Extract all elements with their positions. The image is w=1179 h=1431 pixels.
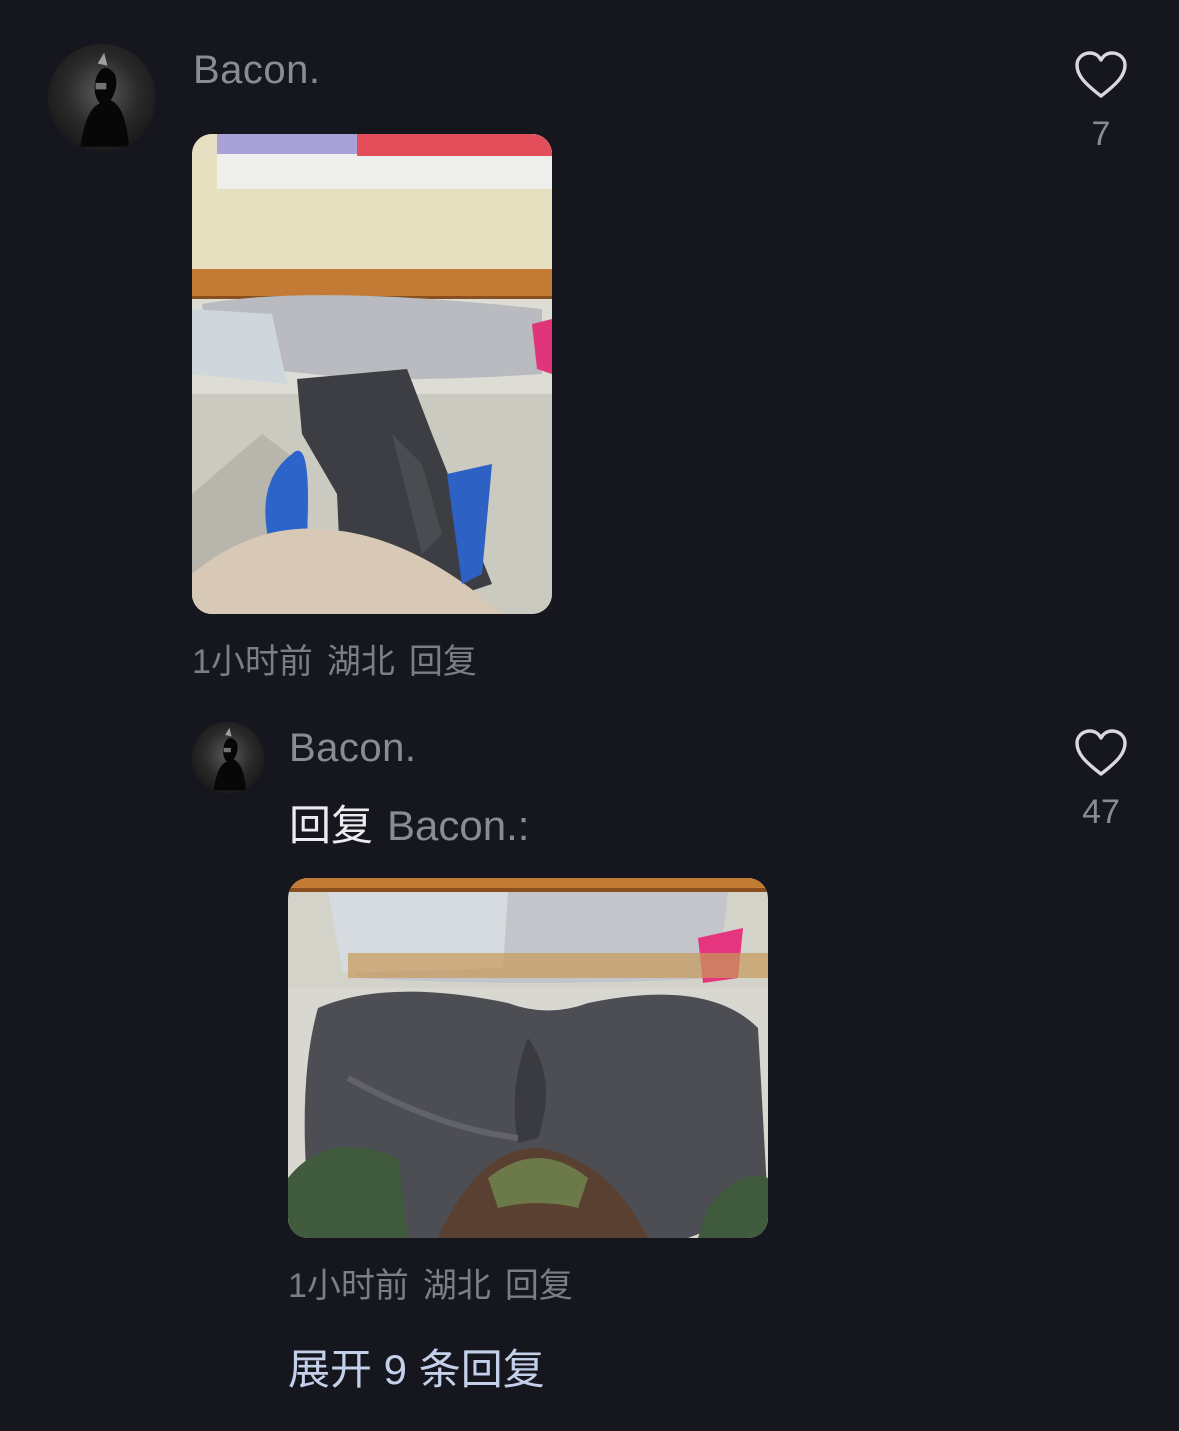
comment-image[interactable] bbox=[192, 134, 552, 614]
reply-like-button[interactable]: 47 bbox=[1061, 726, 1141, 836]
comment-like-button[interactable]: 7 bbox=[1061, 48, 1141, 158]
reply-reply-button[interactable]: 回复 bbox=[505, 1267, 573, 1305]
reply-like-count: 47 bbox=[1082, 793, 1120, 831]
reply-text: 回复 Bacon.: bbox=[289, 792, 529, 853]
heart-outline-icon[interactable] bbox=[1074, 50, 1128, 100]
reply-username[interactable]: Bacon. bbox=[289, 726, 417, 771]
comment-meta: 1小时前 湖北 回复 bbox=[192, 634, 491, 683]
comment-time: 1小时前 bbox=[192, 643, 313, 681]
reply-time: 1小时前 bbox=[288, 1267, 409, 1305]
reply-location: 湖北 bbox=[422, 1267, 491, 1305]
reply-image[interactable] bbox=[288, 878, 768, 1238]
heart-outline-icon[interactable] bbox=[1074, 728, 1128, 778]
reply-meta: 1小时前 湖北 回复 bbox=[288, 1258, 587, 1307]
expand-replies-link[interactable]: 展开 9 条回复 bbox=[288, 1336, 545, 1397]
comment-avatar[interactable] bbox=[48, 44, 156, 152]
comment-username[interactable]: Bacon. bbox=[193, 48, 321, 93]
reply-target[interactable]: Bacon.: bbox=[387, 802, 529, 849]
comment-like-count: 7 bbox=[1091, 115, 1111, 153]
reply-prefix: 回复 bbox=[289, 802, 374, 849]
comment-reply-button[interactable]: 回复 bbox=[409, 643, 477, 681]
comment-location: 湖北 bbox=[326, 643, 395, 681]
reply-avatar[interactable] bbox=[192, 722, 264, 794]
